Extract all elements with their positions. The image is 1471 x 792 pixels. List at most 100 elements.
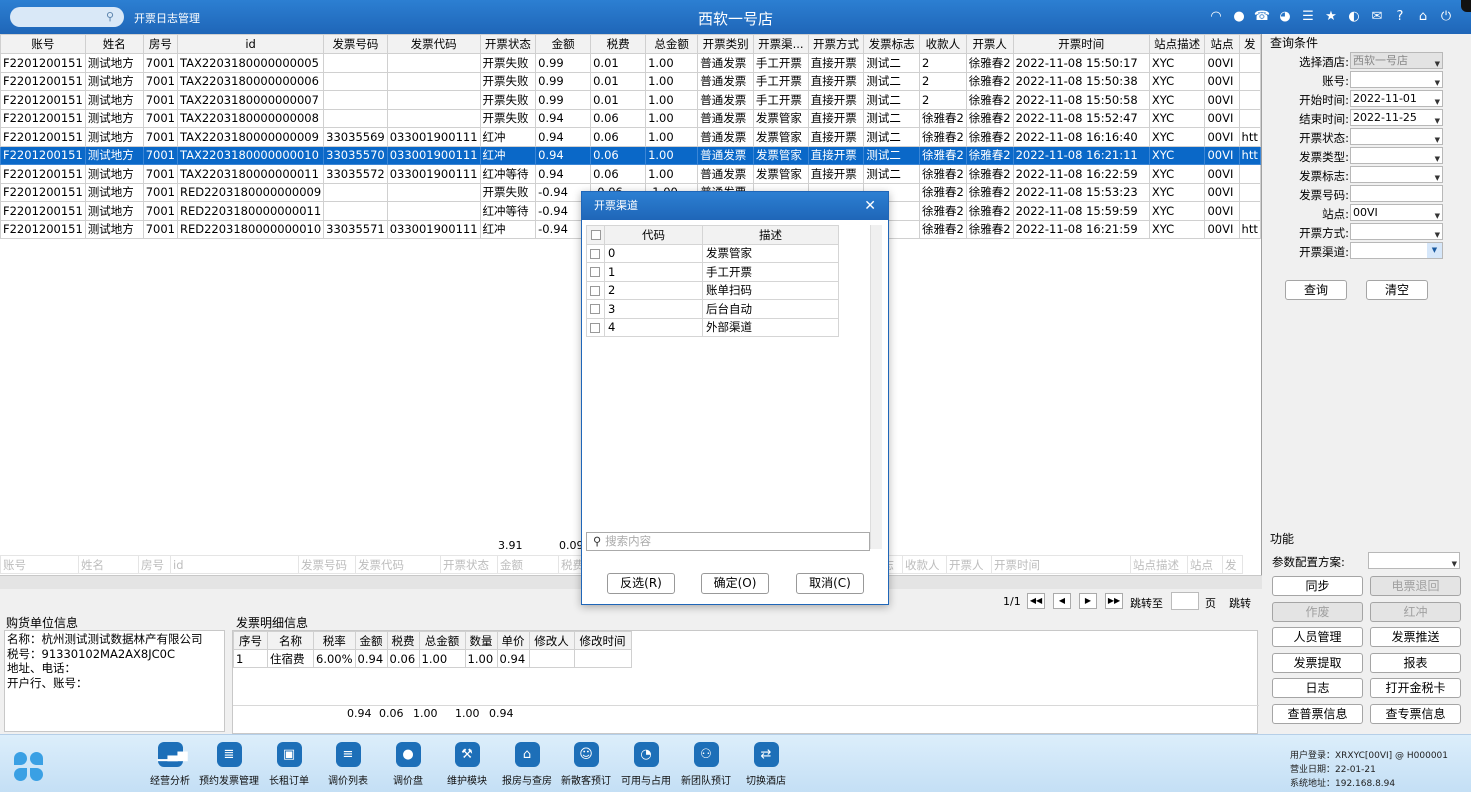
filter-cell[interactable]: 金额 [497,555,559,574]
filter-cell[interactable]: 开票状态 [440,555,498,574]
column-header[interactable]: 数量 [464,631,498,650]
query-field-input[interactable]: ▼ [1350,223,1443,240]
table-row[interactable]: F2201200151 测试地方 7001 TAX2203180000000006 开票… [0,71,1261,91]
chat-icon[interactable]: ● [1230,8,1248,26]
function-button[interactable]: 发票提取 [1272,652,1363,673]
row-checkbox[interactable] [586,262,605,282]
wifi-icon[interactable]: ◠ [1207,8,1225,26]
filter-cell[interactable]: 发 [1222,555,1243,574]
column-header[interactable]: 修改人 [528,631,575,650]
query-field-input[interactable] [1350,185,1443,202]
column-header[interactable]: 修改时间 [573,631,632,650]
column-header[interactable]: 发票代码 [386,34,481,54]
column-header[interactable]: 开票渠... [752,34,809,54]
function-button[interactable]: 打开金税卡 [1370,678,1461,698]
column-header[interactable]: 发 [1238,34,1261,54]
palette-icon[interactable]: ◕ [1276,8,1294,26]
filter-cell[interactable]: 账号 [0,555,79,574]
function-button[interactable]: 同步 [1272,576,1363,596]
query-field-input[interactable]: ▼ [1350,166,1443,183]
table-row[interactable]: F2201200151 测试地方 7001 TAX2203180000000011 33… [0,164,1261,184]
phone-icon[interactable]: ☎ [1253,8,1271,26]
ok-button[interactable]: 确定(O) [701,573,769,594]
column-header[interactable]: 房号 [142,34,178,54]
menu-icon[interactable]: ☰ [1299,8,1317,26]
column-header[interactable]: 税费 [590,34,647,54]
next-page-icon[interactable]: ▶ [1079,593,1097,609]
filter-cell[interactable]: 站点描述 [1130,555,1188,574]
filter-cell[interactable]: 收款人 [902,555,947,574]
theme-icon[interactable]: ◐ [1345,8,1363,26]
column-header[interactable]: 姓名 [84,34,144,54]
column-header[interactable]: 收款人 [918,34,967,54]
channel-search-input[interactable]: ⚲ 搜索内容 [586,532,870,551]
help-icon[interactable]: ? [1391,8,1409,26]
column-header[interactable]: 序号 [233,631,268,650]
column-header[interactable]: 发票标志 [863,34,920,54]
query-field-input[interactable]: 西软一号店 ▼ [1350,52,1443,69]
filter-cell[interactable]: 发票号码 [298,555,356,574]
page-input[interactable] [1171,592,1199,610]
column-header[interactable]: 账号 [0,34,86,54]
function-button[interactable]: 发票推送 [1370,627,1461,647]
filter-cell[interactable]: 开票人 [946,555,992,574]
column-header[interactable]: 金额 [354,631,388,650]
channel-row[interactable]: 3 后台自动 [586,299,839,319]
row-checkbox[interactable] [586,299,605,319]
column-header[interactable]: 开票状态 [479,34,537,54]
column-header[interactable]: 总金额 [645,34,699,54]
column-header[interactable]: 代码 [604,225,703,245]
column-header[interactable]: 站点描述 [1148,34,1206,54]
query-field-input[interactable]: ▼ [1350,128,1443,145]
clear-button[interactable]: 清空 [1366,280,1428,300]
channel-row[interactable]: 1 手工开票 [586,262,839,282]
table-row[interactable]: F2201200151 测试地方 7001 TAX2203180000000005 开票… [0,53,1261,73]
function-button[interactable]: 人员管理 [1272,627,1363,647]
filter-cell[interactable]: 站点 [1187,555,1223,574]
query-field-input[interactable]: ▼ [1350,242,1443,259]
column-header[interactable]: 名称 [267,631,314,650]
home-icon[interactable]: ⌂ [1414,8,1432,26]
query-field-input[interactable]: 2022-11-01 ▼ [1350,90,1443,107]
function-button[interactable]: 作废 [1272,601,1363,622]
star-icon[interactable]: ★ [1322,8,1340,26]
column-header[interactable]: 描述 [702,225,839,245]
close-icon[interactable] [1461,0,1471,12]
filter-cell[interactable]: id [170,555,299,574]
filter-cell[interactable]: 房号 [138,555,171,574]
channel-row[interactable]: 2 账单扫码 [586,280,839,300]
row-checkbox[interactable] [586,280,605,300]
function-button[interactable]: 电票退回 [1370,576,1461,596]
column-header[interactable]: 发票号码 [323,34,388,54]
function-button[interactable]: 报表 [1370,652,1461,673]
prev-page-icon[interactable]: ◀ [1053,593,1071,609]
filter-cell[interactable]: 发票代码 [355,555,441,574]
search-button[interactable]: 查询 [1285,280,1347,300]
filter-cell[interactable]: 姓名 [78,555,139,574]
column-header[interactable]: 税费 [386,631,420,650]
table-row[interactable]: F2201200151 测试地方 7001 TAX2203180000000010 33… [0,145,1261,165]
config-select[interactable]: ▼ [1368,552,1460,569]
column-header[interactable]: 开票时间 [1012,34,1150,54]
column-header[interactable]: 开票类别 [697,34,754,54]
function-button[interactable]: 日志 [1272,678,1363,698]
function-button[interactable]: 查普票信息 [1272,703,1363,724]
channel-row[interactable]: 4 外部渠道 [586,317,839,337]
row-checkbox[interactable] [586,243,605,263]
column-header[interactable]: 开票人 [965,34,1014,54]
table-row[interactable]: F2201200151 测试地方 7001 TAX2203180000000009 33… [0,127,1261,147]
column-header[interactable]: 开票方式 [807,34,865,54]
function-button[interactable]: 红冲 [1370,601,1461,622]
function-button[interactable]: 查专票信息 [1370,703,1461,724]
taskbar-item[interactable]: ⇄ 切换酒店 [731,742,801,787]
row-checkbox[interactable] [586,317,605,337]
close-icon[interactable]: ✕ [864,192,876,220]
column-header[interactable]: 单价 [496,631,530,650]
table-row[interactable]: 1 住宿费 6.00% 0.94 0.06 1.00 1.00 0.94 [233,649,632,668]
query-field-input[interactable]: 00VI ▼ [1350,204,1443,221]
dialog-scrollbar[interactable] [870,225,882,549]
column-header[interactable]: 总金额 [418,631,466,650]
column-header[interactable]: id [176,34,325,54]
channel-row[interactable]: 0 发票管家 [586,243,839,263]
invert-selection-button[interactable]: 反选(R) [607,573,675,594]
